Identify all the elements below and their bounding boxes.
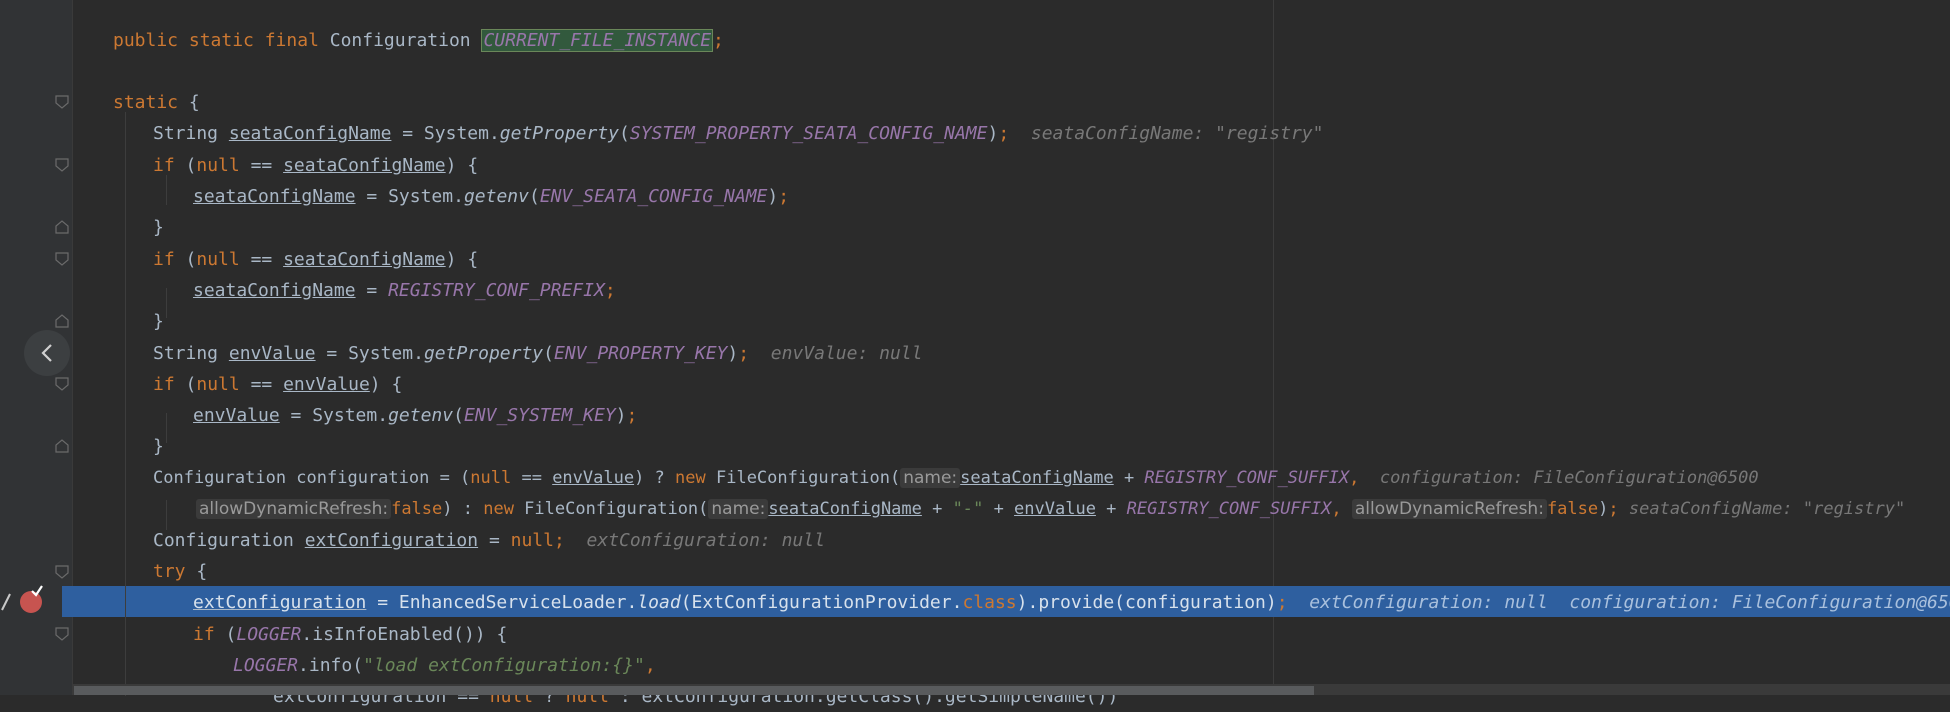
parameter-hint: name: (900, 468, 961, 488)
inline-value-hint: extConfiguration: null (1309, 592, 1548, 613)
inline-value-hint: extConfiguration: null (586, 530, 825, 551)
inline-value-hint: envValue: null (770, 343, 923, 364)
inline-value-hint: configuration: FileConfiguration@6500 (1379, 468, 1759, 488)
code-line-18-current: extConfiguration = EnhancedServiceLoader… (193, 587, 1950, 618)
code-line-13: } (153, 436, 164, 457)
code-line-15: allowDynamicRefresh: false) : new FileCon… (196, 494, 1905, 525)
execution-arrow-icon (1, 593, 11, 611)
code-line-8: seataConfigName = REGISTRY_CONF_PREFIX; (193, 280, 616, 301)
code-line-20: LOGGER.info("load extConfiguration:{}", (233, 655, 656, 676)
chevron-left-icon (41, 344, 52, 362)
code-line-9: } (153, 311, 164, 332)
code-line-17: try { (153, 561, 208, 582)
selected-field: CURRENT_FILE_INSTANCE (481, 29, 714, 52)
parameter-hint: allowDynamicRefresh: (196, 499, 392, 519)
fold-marker-icon[interactable] (55, 314, 69, 328)
parameter-hint: allowDynamicRefresh: (1351, 499, 1547, 519)
horizontal-scrollbar-thumb[interactable] (74, 686, 1314, 695)
code-line-19: if (LOGGER.isInfoEnabled()) { (193, 624, 508, 645)
code-line-3: String seataConfigName = System.getPrope… (153, 123, 1324, 144)
code-line-5: seataConfigName = System.getenv(ENV_SEAT… (193, 186, 790, 207)
fold-marker-icon[interactable] (55, 158, 69, 172)
parameter-hint: name: (708, 499, 769, 519)
indent-guide (125, 112, 126, 696)
code-line-11: if (null == envValue) { (153, 374, 403, 395)
inline-value-hint: seataConfigName: "registry" (1628, 499, 1906, 519)
back-button[interactable] (24, 330, 70, 376)
fold-marker-icon[interactable] (55, 377, 69, 391)
fold-marker-icon[interactable] (55, 627, 69, 641)
check-icon (31, 585, 43, 597)
inline-value-hint: configuration: FileConfiguration@6500 (1569, 592, 1950, 613)
fold-marker-icon[interactable] (55, 565, 69, 579)
code-line-7: if (null == seataConfigName) { (153, 249, 479, 270)
fold-marker-icon[interactable] (55, 252, 69, 266)
inline-value-hint: seataConfigName: "registry" (1030, 123, 1324, 144)
fold-marker-icon[interactable] (55, 95, 69, 109)
code-line-6: } (153, 217, 164, 238)
code-line-10: String envValue = System.getProperty(ENV… (153, 343, 923, 364)
indent-guide (166, 413, 167, 443)
code-line-16: Configuration extConfiguration = null; e… (153, 530, 825, 551)
code-line-14: Configuration configuration = (null == e… (153, 468, 1759, 488)
code-line-4: if (null == seataConfigName) { (153, 155, 479, 176)
code-line-12: envValue = System.getenv(ENV_SYSTEM_KEY)… (193, 405, 638, 426)
code-line-2: static { (113, 92, 200, 113)
code-line-1: public static final Configuration CURREN… (113, 29, 724, 52)
indent-guide (166, 288, 167, 318)
fold-marker-icon[interactable] (55, 439, 69, 453)
fold-marker-icon[interactable] (55, 220, 69, 234)
